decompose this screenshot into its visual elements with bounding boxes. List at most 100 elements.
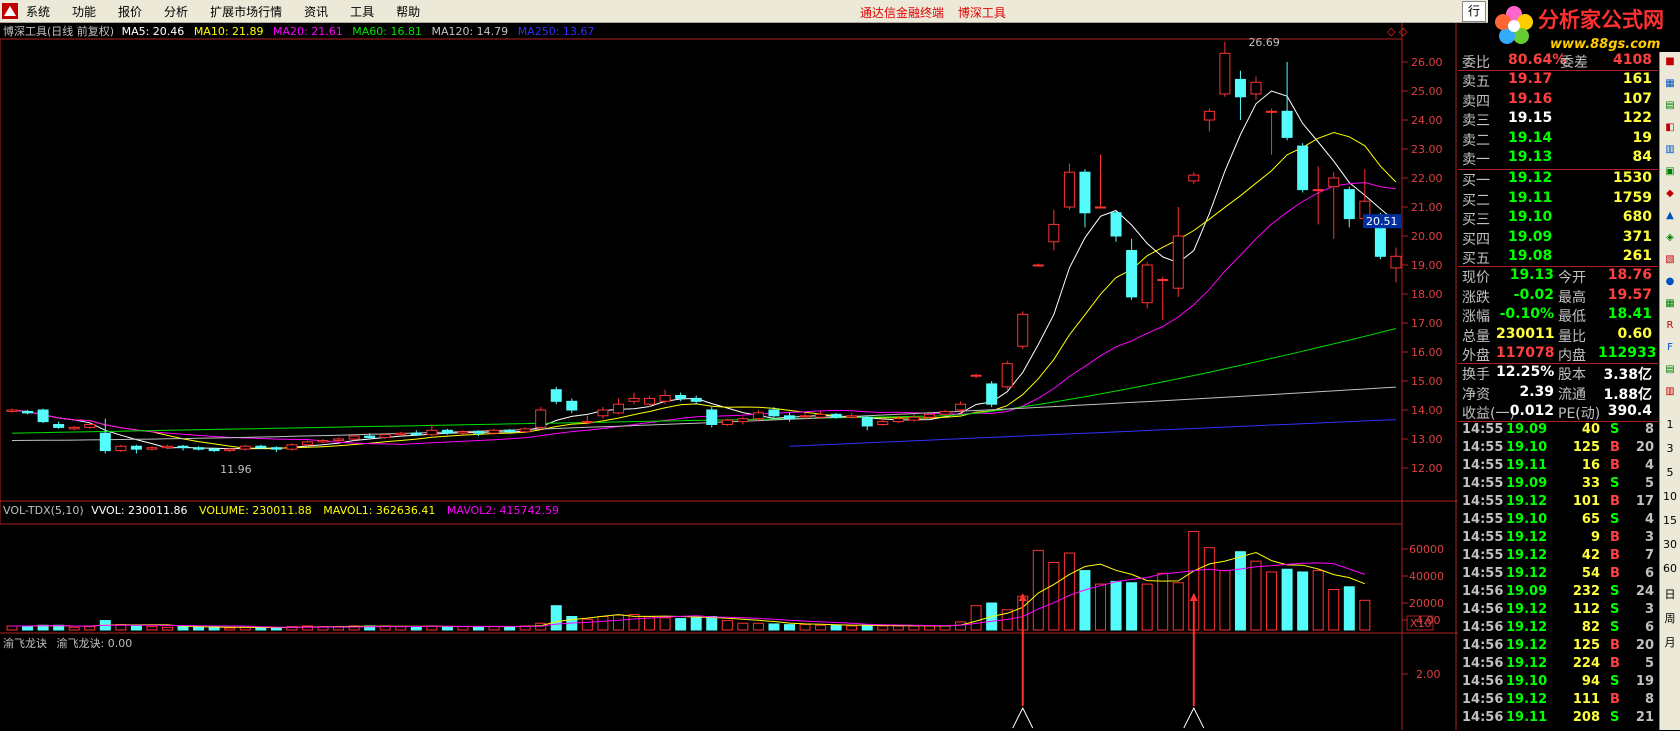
volume-bar [690, 617, 702, 631]
period-button[interactable]: 月 [1662, 634, 1678, 650]
menu-ext-market[interactable]: 扩展市场行情 [210, 3, 282, 20]
stat-value: 117078 [1496, 345, 1555, 361]
fund-label: 换手 [1462, 367, 1490, 383]
toolbar-tool-icon[interactable]: ▣ [1662, 166, 1678, 177]
buy-level-label: 买二 [1462, 192, 1490, 209]
toolbar-tool-icon[interactable]: ▥ [1662, 386, 1678, 397]
indicator-tick-label: 2.00 [1416, 668, 1441, 681]
volume-bar [162, 626, 173, 631]
fund-value: 12.25% [1496, 364, 1555, 380]
candle-body [970, 374, 982, 377]
candle-body [752, 412, 764, 420]
candle-body [6, 409, 18, 412]
fund-value: 0.012 [1509, 403, 1554, 419]
tick-count: 5 [1644, 656, 1654, 671]
buy-price: 19.11 [1508, 189, 1553, 206]
toolbar-tool-icon[interactable]: ◧ [1662, 122, 1678, 133]
period-button[interactable]: 1 [1662, 418, 1678, 431]
candle-body [1250, 81, 1262, 95]
volume-bar [830, 624, 842, 631]
sell-volume: 161 [1622, 71, 1652, 87]
tick-volume: 54 [1581, 566, 1600, 581]
volume-bar [441, 626, 453, 631]
toolbar-tool-icon[interactable]: ● [1662, 276, 1678, 287]
menu-help[interactable]: 帮助 [396, 3, 420, 20]
sell-level-label: 卖五 [1462, 74, 1490, 90]
menu-quote[interactable]: 报价 [118, 3, 142, 20]
toolbar-tool-icon[interactable]: ▦ [1662, 78, 1678, 89]
volume-bar [224, 627, 236, 631]
tick-price: 19.12 [1506, 692, 1548, 707]
menu-analysis[interactable]: 分析 [164, 3, 188, 20]
volume-bar [1250, 560, 1262, 631]
volume-bar [908, 625, 920, 631]
period-button[interactable]: 10 [1662, 490, 1678, 503]
menu-system[interactable]: 系统 [26, 3, 50, 20]
volume-bar [1203, 547, 1215, 631]
buy-level-label: 买三 [1462, 212, 1490, 228]
toolbar-tool-icon[interactable]: F [1662, 342, 1678, 353]
quote-toggle-button[interactable]: 行 [1462, 1, 1486, 22]
menu-news[interactable]: 资讯 [304, 3, 328, 20]
candle-body [1017, 313, 1029, 347]
sell-volume: 122 [1622, 110, 1652, 126]
tick-time: 14:56 [1462, 692, 1504, 707]
period-button[interactable]: 周 [1662, 610, 1678, 626]
kline-chart-area[interactable]: 博深工具(日线 前复权) MA5: 20.46 MA10: 21.89 MA20… [0, 23, 1458, 730]
toolbar-tool-icon[interactable]: ▧ [1662, 254, 1678, 265]
menu-function[interactable]: 功能 [72, 3, 96, 20]
tick-price: 19.11 [1506, 458, 1548, 473]
candle-body [504, 429, 516, 433]
period-button[interactable]: 5 [1662, 466, 1678, 479]
stat-value: 18.41 [1607, 306, 1652, 322]
candle-body [1328, 177, 1340, 188]
panel-toggle-icon[interactable]: ◇ ◇ [1387, 25, 1408, 38]
stat-label: 外盘 [1462, 348, 1490, 364]
fund-label: 净资 [1462, 386, 1490, 403]
toolbar-tool-icon[interactable]: ■ [1662, 56, 1678, 67]
candle-body [410, 432, 422, 436]
period-button[interactable]: 15 [1662, 514, 1678, 527]
period-button[interactable]: 3 [1662, 442, 1678, 455]
period-button[interactable]: 日 [1662, 586, 1678, 602]
tick-time: 14:55 [1462, 422, 1504, 437]
buy-price: 19.12 [1508, 170, 1553, 186]
tick-count: 7 [1644, 548, 1654, 563]
volume-bar [923, 625, 935, 631]
buy-level-row: 买四 19.09 371 [1458, 229, 1658, 248]
toolbar-tool-icon[interactable]: ▤ [1662, 364, 1678, 375]
tick-count: 4 [1644, 512, 1654, 527]
candle-body [208, 448, 220, 452]
volume-bar [784, 624, 795, 631]
volume-bar [395, 626, 407, 631]
fund-value: 1.88亿 [1603, 386, 1652, 403]
period-button[interactable]: 30 [1662, 538, 1678, 551]
ratio-value: 80.64% [1508, 52, 1567, 68]
toolbar-tool-icon[interactable]: ▥ [1662, 144, 1678, 155]
stat-label: 最高 [1558, 289, 1586, 306]
toolbar-tool-icon[interactable]: ▲ [1662, 210, 1678, 221]
toolbar-tool-icon[interactable]: ◈ [1662, 232, 1678, 243]
tick-side: S [1610, 476, 1620, 491]
sell-level-label: 卖一 [1462, 152, 1490, 168]
toolbar-tool-icon[interactable]: R [1662, 320, 1678, 331]
candle-body [581, 421, 593, 424]
fundamental-row: 换手 12.25% 股本 3.38亿 [1458, 364, 1658, 383]
menu-tools[interactable]: 工具 [350, 3, 374, 20]
candle-body [628, 397, 640, 402]
tick-side: B [1610, 692, 1620, 707]
tick-time: 14:56 [1462, 602, 1504, 617]
tick-count: 4 [1644, 458, 1654, 473]
candle-body [348, 435, 360, 440]
sell-level-row: 卖四 19.16 107 [1458, 91, 1658, 110]
price-tick-label: 21.00 [1411, 201, 1443, 214]
toolbar-tool-icon[interactable]: ▦ [1662, 298, 1678, 309]
stat-value: 18.76 [1607, 267, 1652, 283]
price-tick-label: 22.00 [1411, 172, 1443, 185]
toolbar-tool-icon[interactable]: ▤ [1662, 100, 1678, 111]
period-button[interactable]: 60 [1662, 562, 1678, 575]
candle-body [908, 416, 920, 421]
tick-price: 19.12 [1506, 530, 1548, 545]
toolbar-tool-icon[interactable]: ◆ [1662, 188, 1678, 199]
main-menu: 系统 功能 报价 分析 扩展市场行情 资讯 工具 帮助 [26, 3, 442, 20]
